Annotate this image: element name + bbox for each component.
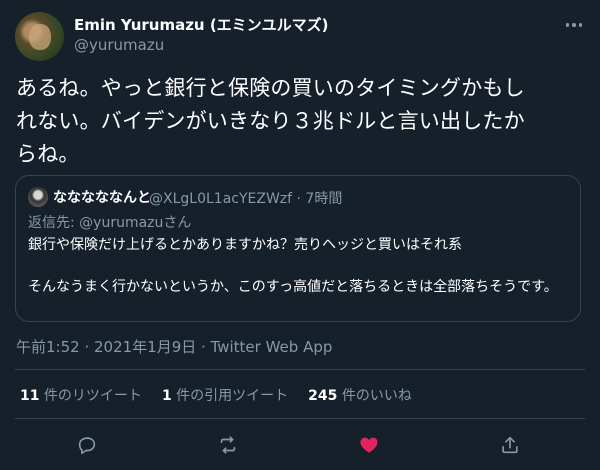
author-name[interactable]: Emin Yurumazu (エミンユルマズ)	[74, 14, 329, 35]
retweets-count: 11	[20, 388, 40, 404]
quoted-author-avatar	[28, 187, 48, 207]
tweet-text-line: れない。バイデンがいきなり３兆ドルと言い出したか	[16, 109, 525, 133]
tweet-text-line: あるね。やっと銀行と保険の買いのタイミングかもし	[16, 76, 525, 100]
quoted-author-name: なななななんと	[53, 190, 151, 206]
retweets-stat[interactable]: 11 件のリツイート	[20, 385, 142, 405]
reply-mention-link[interactable]: @yurumazu	[79, 215, 163, 231]
quotes-label: 件の引用ツイート	[171, 388, 289, 404]
retweets-label: 件のリツイート	[39, 388, 142, 404]
quoted-tweet-text: 銀行や保険だけ上げるとかありますかね？売りヘッジと買いはそれ系 そんなうまく行か…	[28, 235, 568, 298]
reply-icon[interactable]	[67, 425, 107, 465]
author-handle[interactable]: @yurumazu	[74, 36, 164, 54]
quoted-paragraph: 銀行や保険だけ上げるとかありますかね？売りヘッジと買いはそれ系	[28, 237, 462, 253]
engagement-stats: 11 件のリツイート 1 件の引用ツイート 245 件のいいね	[20, 385, 412, 405]
quoted-paragraph: そんなうまく行かないというか、このすっ高値だと落ちるときは全部落ちそうです。	[28, 279, 558, 295]
tweet-text: あるね。やっと銀行と保険の買いのタイミングかもし れない。バイデンがいきなり３兆…	[16, 72, 586, 171]
likes-label: 件のいいね	[337, 388, 412, 404]
divider	[15, 369, 585, 370]
reply-prefix: 返信先:	[28, 215, 80, 231]
likes-count: 245	[308, 388, 338, 404]
divider	[15, 418, 585, 419]
share-icon[interactable]	[490, 425, 530, 465]
likes-stat[interactable]: 245 件のいいね	[308, 385, 412, 405]
tweet-timestamp[interactable]: 午前1:52 · 2021年1月9日 · Twitter Web App	[16, 336, 332, 357]
quoted-handle-time: @XLgL0L1acYEZWzf · 7時間	[149, 191, 343, 207]
more-options-icon[interactable]	[564, 18, 584, 32]
action-bar	[0, 425, 600, 465]
quoted-tweet-card[interactable]: なななななんと @XLgL0L1acYEZWzf · 7時間 返信先: @yur…	[15, 175, 581, 322]
retweet-icon[interactable]	[208, 425, 248, 465]
quotes-stat[interactable]: 1 件の引用ツイート	[162, 385, 288, 405]
quotes-count: 1	[161, 388, 172, 404]
quoted-reply-to: 返信先: @yurumazuさん	[28, 212, 191, 232]
tweet-text-line: らね。	[16, 142, 80, 166]
reply-suffix: さん	[163, 215, 192, 231]
heart-filled-icon[interactable]	[349, 425, 389, 465]
author-avatar[interactable]	[15, 12, 64, 61]
